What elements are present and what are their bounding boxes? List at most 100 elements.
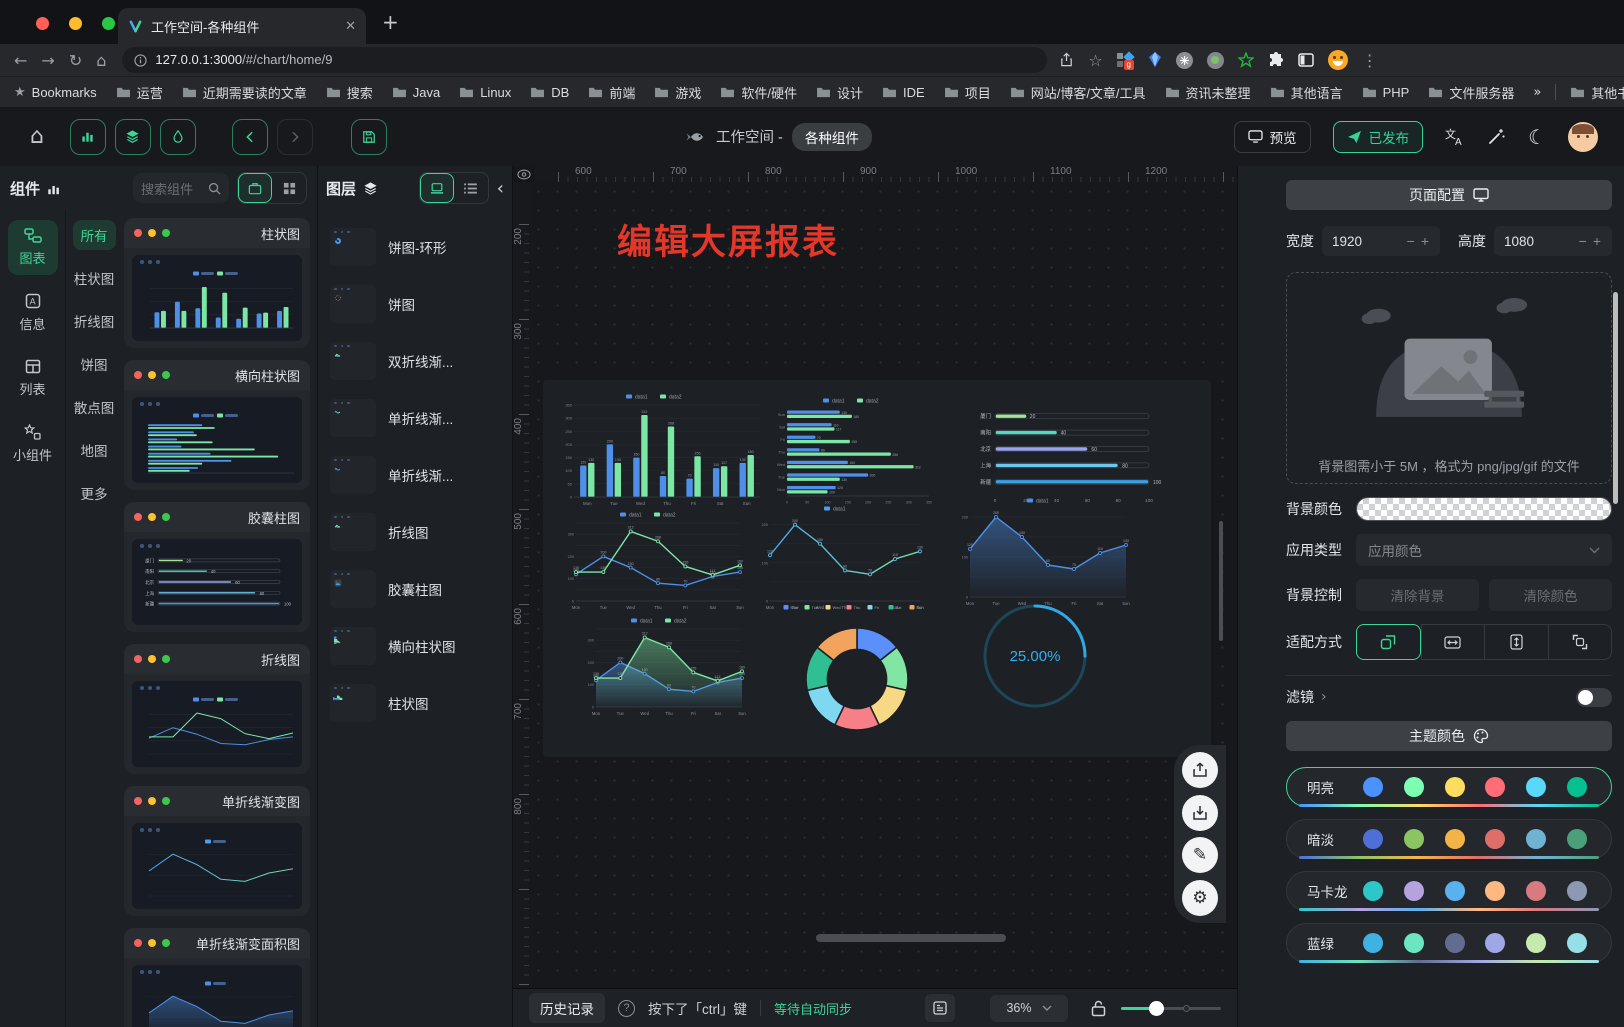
fit-stretch-button[interactable]: [1549, 624, 1613, 660]
zoom-slider[interactable]: [1121, 1001, 1221, 1015]
theme-row[interactable]: 蓝绿: [1286, 923, 1612, 963]
other-bookmarks[interactable]: 其他书签: [1570, 83, 1624, 102]
grid-view-button[interactable]: [272, 173, 306, 203]
bookmark-item[interactable]: 前端: [588, 83, 635, 102]
component-card[interactable]: 单折线渐变图: [124, 786, 310, 916]
app-type-select[interactable]: 应用颜色: [1356, 534, 1612, 566]
bookmark-item[interactable]: 运营: [116, 83, 163, 102]
canvas-chart-line2[interactable]: 0100200300120200150807011013013013031226…: [561, 510, 747, 612]
fit-scale-button[interactable]: [1356, 624, 1421, 660]
canvas-text-component[interactable]: 编辑大屏报表: [617, 214, 839, 265]
profile-avatar[interactable]: [1328, 50, 1348, 70]
category-item[interactable]: 饼图: [73, 349, 116, 379]
background-upload-dropzone[interactable]: 背景图需小于 5M ，格式为 png/jpg/gif 的文件: [1286, 272, 1612, 484]
collapse-panel-icon[interactable]: ‹: [497, 178, 504, 199]
clear-color-button[interactable]: 清除颜色: [1489, 579, 1612, 611]
bookmark-item[interactable]: 项目: [944, 83, 991, 102]
search-input[interactable]: 搜索组件: [133, 173, 229, 203]
dark-mode-icon[interactable]: ☾: [1528, 125, 1546, 149]
app-home-icon[interactable]: ⌂: [30, 124, 44, 149]
mac-close-button[interactable]: [36, 17, 49, 30]
bookmark-item[interactable]: 游戏: [654, 83, 701, 102]
bookmark-item[interactable]: 资讯未整理: [1165, 83, 1251, 102]
back-icon[interactable]: ←: [14, 51, 27, 70]
lock-open-icon[interactable]: [1091, 1000, 1106, 1017]
undo-button[interactable]: [232, 119, 268, 155]
details-panel-toggle[interactable]: [160, 119, 196, 155]
export-button[interactable]: [1182, 752, 1218, 788]
component-card[interactable]: 胶囊柱图厦门20南阳40北京60上海80新疆100: [124, 502, 310, 632]
publish-button[interactable]: 已发布: [1333, 121, 1424, 153]
extension-snowflake-icon[interactable]: [1176, 52, 1193, 69]
forward-icon[interactable]: →: [41, 51, 54, 70]
layer-item[interactable]: 双折线渐...: [326, 332, 504, 389]
theme-row[interactable]: 明亮: [1286, 767, 1612, 807]
save-button[interactable]: [351, 119, 387, 155]
user-avatar[interactable]: [1568, 122, 1598, 152]
bookmark-item[interactable]: Java: [392, 83, 440, 102]
history-button[interactable]: 历史记录: [529, 993, 605, 1023]
horizontal-scrollbar[interactable]: [816, 934, 1006, 942]
theme-color-header[interactable]: 主题颜色: [1286, 721, 1612, 751]
extension-adguard-icon[interactable]: g: [1117, 52, 1134, 69]
workspace[interactable]: 编辑大屏报表 050100150200250300350120130Mon200…: [529, 182, 1237, 988]
browser-menu-icon[interactable]: ⋮: [1362, 51, 1378, 70]
canvas-chart-area2[interactable]: 0100200300120200150807011013013013031226…: [581, 616, 749, 718]
bg-color-swatch[interactable]: [1356, 497, 1612, 521]
share-icon[interactable]: [1059, 52, 1074, 68]
filter-toggle[interactable]: [1576, 688, 1612, 707]
category-item[interactable]: 柱状图: [66, 263, 123, 293]
dashboard-group[interactable]: 050100150200250300350120130Mon200130Tue1…: [543, 380, 1211, 757]
redo-button[interactable]: [277, 119, 313, 155]
category-item[interactable]: 地图: [73, 435, 116, 465]
tab-close-icon[interactable]: ✕: [345, 18, 356, 34]
new-tab-button[interactable]: +: [382, 12, 399, 32]
canvas-chart-capsule[interactable]: 厦门20南阳40北京60上海80新疆100020406080100: [971, 400, 1173, 506]
charts-panel-toggle[interactable]: [70, 119, 106, 155]
component-card[interactable]: 横向柱状图: [124, 360, 310, 490]
category-item[interactable]: 所有: [73, 220, 116, 250]
fit-width-button[interactable]: [1421, 624, 1486, 660]
layer-item[interactable]: 饼图-环形: [326, 218, 504, 275]
mac-minimize-button[interactable]: [69, 17, 82, 30]
bookmark-item[interactable]: 网站/博客/文章/工具: [1010, 83, 1146, 102]
component-card[interactable]: 柱状图: [124, 218, 310, 348]
page-config-header[interactable]: 页面配置: [1286, 180, 1612, 210]
width-stepper[interactable]: 1920−+: [1322, 226, 1440, 256]
magic-wand-icon[interactable]: [1487, 127, 1506, 146]
layer-item[interactable]: 饼图: [326, 275, 504, 332]
components-tab-信息[interactable]: A信息: [8, 285, 58, 341]
canvas-chart-bar[interactable]: 050100150200250300350120130Mon200130Tue1…: [557, 392, 763, 508]
project-name-badge[interactable]: 各种组件: [792, 123, 872, 151]
extension-gem-icon[interactable]: [1148, 52, 1162, 68]
edit-button[interactable]: ✎: [1182, 837, 1218, 873]
bookmark-star-icon[interactable]: ☆: [1088, 51, 1102, 70]
sidebar-toggle-icon[interactable]: [1298, 53, 1314, 67]
bookmark-item[interactable]: 其他语言: [1270, 83, 1343, 102]
components-tab-列表[interactable]: 列表: [8, 351, 58, 406]
layer-item[interactable]: 单折线渐...: [326, 446, 504, 503]
layer-item[interactable]: 柱状图: [326, 674, 504, 731]
translate-icon[interactable]: 文A: [1445, 127, 1465, 146]
canvas-chart-line1[interactable]: 01002001202001508070110130MonTueWedThuFr…: [755, 504, 927, 612]
url-bar[interactable]: 127.0.0.1:3000/#/chart/home/9: [122, 47, 1047, 73]
bookmark-item[interactable]: DB: [530, 83, 569, 102]
single-view-button[interactable]: [238, 173, 272, 203]
ruler-eye-icon[interactable]: [513, 166, 535, 182]
extensions-puzzle-icon[interactable]: [1268, 52, 1284, 68]
preview-button[interactable]: 预览: [1234, 121, 1311, 153]
category-item[interactable]: 折线图: [66, 306, 123, 336]
bookmark-item[interactable]: 近期需要读的文章: [182, 83, 307, 102]
theme-row[interactable]: 暗淡: [1286, 819, 1612, 859]
settings-button[interactable]: ⚙: [1182, 880, 1218, 916]
bookmark-item[interactable]: 文件服务器: [1428, 83, 1514, 102]
layers-panel-toggle[interactable]: [115, 119, 151, 155]
layer-item[interactable]: 折线图: [326, 503, 504, 560]
theme-row[interactable]: 马卡龙: [1286, 871, 1612, 911]
reload-icon[interactable]: ↻: [69, 51, 82, 70]
layer-item[interactable]: 横向柱状图: [326, 617, 504, 674]
bookmark-item[interactable]: 搜索: [326, 83, 373, 102]
category-item[interactable]: 更多: [73, 478, 116, 508]
height-stepper[interactable]: 1080−+: [1494, 226, 1612, 256]
browser-tab[interactable]: 工作空间-各种组件 ✕: [118, 8, 366, 44]
